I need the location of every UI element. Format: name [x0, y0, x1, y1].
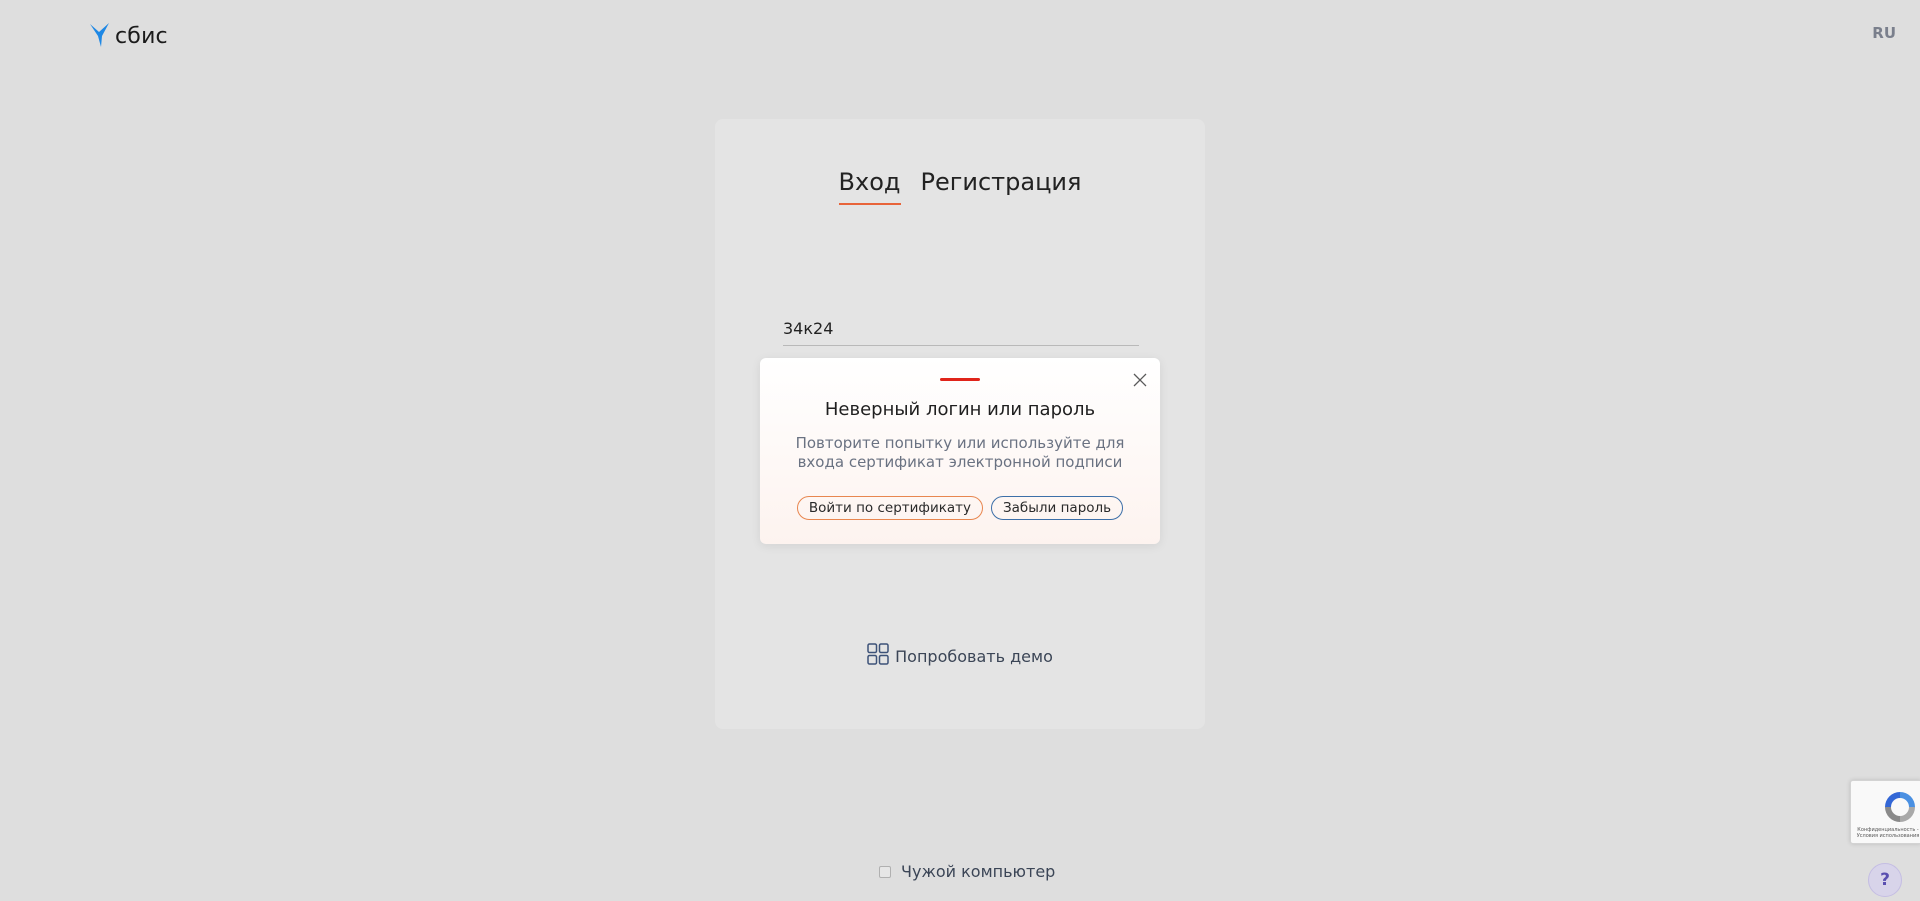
logo-text: сбис — [115, 24, 168, 49]
popup-text: Повторите попытку или используйте для вх… — [795, 434, 1125, 471]
foreign-computer-label: Чужой компьютер — [901, 862, 1056, 881]
popup-title: Неверный логин или пароль — [824, 399, 1096, 420]
try-demo-link[interactable]: Попробовать демо — [715, 643, 1205, 669]
help-button[interactable]: ? — [1868, 863, 1902, 897]
demo-grid-icon — [867, 643, 889, 669]
popup-accent-line — [940, 378, 980, 381]
login-input[interactable] — [783, 319, 1139, 338]
demo-label: Попробовать демо — [895, 646, 1053, 666]
popup-buttons: Войти по сертификату Забыли пароль — [760, 496, 1160, 520]
foreign-computer-option[interactable]: Чужой компьютер — [879, 862, 1055, 881]
recaptcha-badge[interactable]: Конфиденциальность - Условия использован… — [1850, 780, 1920, 844]
recaptcha-icon — [1882, 789, 1918, 829]
foreign-computer-checkbox[interactable] — [879, 865, 891, 878]
certificate-login-button[interactable]: Войти по сертификату — [796, 496, 983, 520]
forgot-password-button[interactable]: Забыли пароль — [991, 496, 1124, 520]
sbis-logo[interactable]: сбис — [89, 22, 168, 52]
login-field — [783, 319, 1139, 346]
auth-tabs: Вход Регистрация — [715, 167, 1205, 205]
error-popup: Неверный логин или пароль Повторите попы… — [760, 358, 1160, 544]
tab-login[interactable]: Вход — [838, 167, 901, 205]
sbis-bird-icon — [89, 22, 111, 52]
recaptcha-text: Конфиденциальность - Условия использован… — [1856, 827, 1920, 839]
login-page: сбис RU Вход Регистрация Попробовать дем… — [0, 0, 1920, 901]
tab-registration[interactable]: Регистрация — [921, 167, 1082, 205]
close-icon[interactable] — [1132, 372, 1148, 388]
language-switch[interactable]: RU — [1872, 24, 1896, 42]
